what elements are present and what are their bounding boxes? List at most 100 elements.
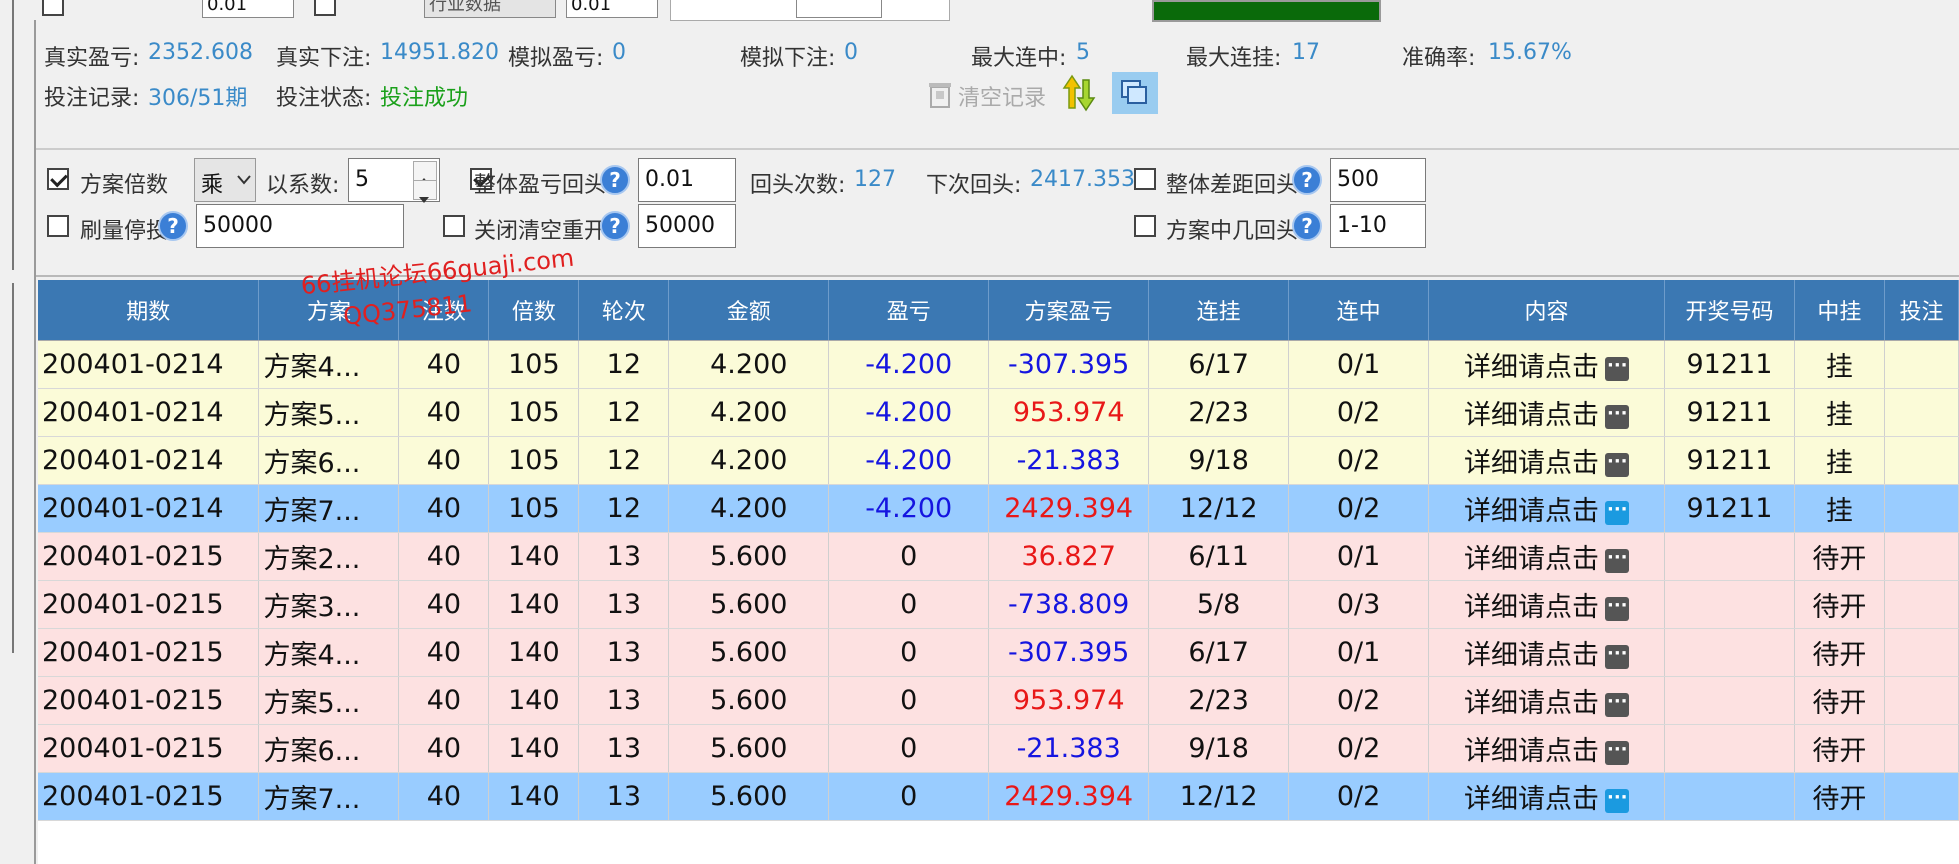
rewind-count-label: 回头次数: — [750, 173, 846, 198]
cell-detail: 详细请点击 — [1428, 628, 1665, 677]
stepper-down-button[interactable] — [413, 180, 437, 203]
sim-pnl-value: 0 — [612, 40, 626, 65]
detail-link-text[interactable]: 详细请点击 — [1464, 400, 1599, 431]
column-header[interactable]: 连挂 — [1148, 280, 1290, 341]
close-clear-help-icon[interactable]: ? — [600, 211, 630, 241]
cell-period: 200401-0214 — [38, 388, 260, 437]
column-header[interactable]: 期数 — [38, 280, 260, 341]
top-stepper-1[interactable]: 0.01 — [202, 0, 294, 18]
table-row[interactable]: 200401-0214 方案4... 40 105 12 4.200 -4.200 -307.… — [38, 340, 1959, 389]
column-header[interactable]: 内容 — [1428, 280, 1665, 341]
more-dots-icon[interactable] — [1605, 740, 1629, 765]
detail-link-text[interactable]: 详细请点击 — [1464, 640, 1599, 671]
plan-hit-input[interactable]: 1-10 — [1330, 204, 1426, 248]
more-dots-icon[interactable] — [1605, 356, 1629, 381]
volume-stop-input[interactable]: 50000 — [196, 204, 404, 248]
overall-gap-help-icon[interactable]: ? — [1292, 165, 1322, 195]
column-header[interactable]: 盈亏 — [828, 280, 990, 341]
cell-loss-streak: 12/12 — [1148, 484, 1290, 533]
cell-draw: 91211 — [1664, 388, 1795, 437]
table-row[interactable]: 200401-0214 方案7... 40 105 12 4.200 -4.200 2429.… — [38, 484, 1959, 533]
more-dots-icon[interactable] — [1605, 548, 1629, 573]
cell-win-streak: 0/2 — [1288, 388, 1430, 437]
cell-draw: 91211 — [1664, 484, 1795, 533]
more-dots-icon[interactable] — [1605, 452, 1629, 477]
cell-mult: 105 — [488, 388, 580, 437]
cell-plan: 方案4... — [258, 628, 400, 677]
plan-hit-help-icon[interactable]: ? — [1292, 211, 1322, 241]
overall-pnl-help-icon[interactable]: ? — [600, 165, 630, 195]
detail-link-text[interactable]: 详细请点击 — [1464, 496, 1599, 527]
cell-win-streak: 0/2 — [1288, 676, 1430, 725]
operator-select[interactable]: 乘 — [194, 158, 256, 202]
cell-draw — [1664, 532, 1795, 581]
table-row[interactable]: 200401-0215 方案3... 40 140 13 5.600 0 -738.809 5/… — [38, 580, 1959, 629]
column-header[interactable]: 金额 — [668, 280, 830, 341]
cell-notes: 40 — [398, 388, 490, 437]
more-dots-icon[interactable] — [1605, 500, 1629, 525]
detail-link-text[interactable]: 详细请点击 — [1464, 352, 1599, 383]
detail-link-text[interactable]: 详细请点击 — [1464, 592, 1599, 623]
window-toggle-button[interactable] — [1112, 72, 1158, 114]
cell-pnl: 0 — [828, 676, 990, 725]
bet-record-value: 306/51期 — [148, 86, 248, 111]
plan-multiple-checkbox[interactable] — [47, 168, 69, 190]
more-dots-icon[interactable] — [1605, 644, 1629, 669]
top-stepper-3[interactable] — [796, 0, 882, 18]
table-row[interactable]: 200401-0214 方案5... 40 105 12 4.200 -4.200 953.9… — [38, 388, 1959, 437]
close-clear-input[interactable]: 50000 — [638, 204, 736, 248]
cell-bet — [1884, 676, 1959, 725]
column-header[interactable]: 投注 — [1884, 280, 1959, 341]
table-row[interactable]: 200401-0214 方案6... 40 105 12 4.200 -4.200 -21.3… — [38, 436, 1959, 485]
cell-round: 13 — [578, 676, 670, 725]
detail-link-text[interactable]: 详细请点击 — [1464, 544, 1599, 575]
overall-gap-checkbox[interactable] — [1134, 168, 1156, 190]
records-table: 期数 方案 注数 倍数 轮次 金额 盈亏 方案盈亏 连挂 连中 内容 开奖号码 中挂 投注 200401-… — [38, 280, 1959, 821]
detail-link-text[interactable]: 详细请点击 — [1464, 688, 1599, 719]
cell-round: 13 — [578, 532, 670, 581]
column-header[interactable]: 轮次 — [578, 280, 670, 341]
more-dots-icon[interactable] — [1605, 692, 1629, 717]
column-header[interactable]: 倍数 — [488, 280, 580, 341]
top-checkbox-1[interactable] — [42, 0, 64, 16]
plan-hit-checkbox[interactable] — [1134, 215, 1156, 237]
coef-value: 5 — [355, 167, 369, 192]
coef-stepper[interactable]: 5 — [348, 158, 440, 203]
detail-link-text[interactable]: 详细请点击 — [1464, 736, 1599, 767]
top-checkbox-2[interactable] — [314, 0, 336, 16]
column-header[interactable]: 开奖号码 — [1664, 280, 1795, 341]
overall-gap-input[interactable]: 500 — [1330, 158, 1426, 202]
bet-status-label: 投注状态: — [276, 86, 372, 111]
top-stepper-2[interactable]: 0.01 — [566, 0, 658, 18]
cell-bet — [1884, 772, 1959, 821]
cell-mult: 140 — [488, 532, 580, 581]
table-row[interactable]: 200401-0215 方案7... 40 140 13 5.600 0 2429.394 12… — [38, 772, 1959, 821]
cell-period: 200401-0215 — [38, 676, 260, 725]
detail-link-text[interactable]: 详细请点击 — [1464, 784, 1599, 815]
table-row[interactable]: 200401-0215 方案2... 40 140 13 5.600 0 36.827 6/11… — [38, 532, 1959, 581]
real-bet-label: 真实下注: — [276, 46, 372, 71]
cell-bet — [1884, 484, 1959, 533]
overall-pnl-input[interactable]: 0.01 — [638, 158, 736, 202]
column-header[interactable]: 连中 — [1288, 280, 1430, 341]
cell-round: 12 — [578, 340, 670, 389]
more-dots-icon[interactable] — [1605, 596, 1629, 621]
close-clear-checkbox[interactable] — [443, 215, 465, 237]
cell-period: 200401-0215 — [38, 532, 260, 581]
top-select[interactable]: 行业数据 — [424, 0, 556, 18]
volume-stop-help-icon[interactable]: ? — [158, 211, 188, 241]
table-row[interactable]: 200401-0215 方案6... 40 140 13 5.600 0 -21.383 9/1… — [38, 724, 1959, 773]
table-row[interactable]: 200401-0215 方案5... 40 140 13 5.600 0 953.974 2/2… — [38, 676, 1959, 725]
more-dots-icon[interactable] — [1605, 404, 1629, 429]
stats-panel: 真实盈亏: 2352.608 真实下注: 14951.820 模拟盈亏: 0 模… — [36, 22, 1959, 150]
overall-gap-label: 整体差距回头 — [1166, 173, 1299, 198]
sort-toggle-button[interactable] — [1062, 74, 1098, 112]
cell-result: 挂 — [1794, 388, 1885, 437]
column-header[interactable]: 中挂 — [1794, 280, 1885, 341]
stepper-up-button[interactable] — [413, 161, 437, 184]
detail-link-text[interactable]: 详细请点击 — [1464, 448, 1599, 479]
column-header[interactable]: 方案盈亏 — [988, 280, 1150, 341]
volume-stop-checkbox[interactable] — [47, 215, 69, 237]
table-row[interactable]: 200401-0215 方案4... 40 140 13 5.600 0 -307.395 6/… — [38, 628, 1959, 677]
more-dots-icon[interactable] — [1605, 788, 1629, 813]
